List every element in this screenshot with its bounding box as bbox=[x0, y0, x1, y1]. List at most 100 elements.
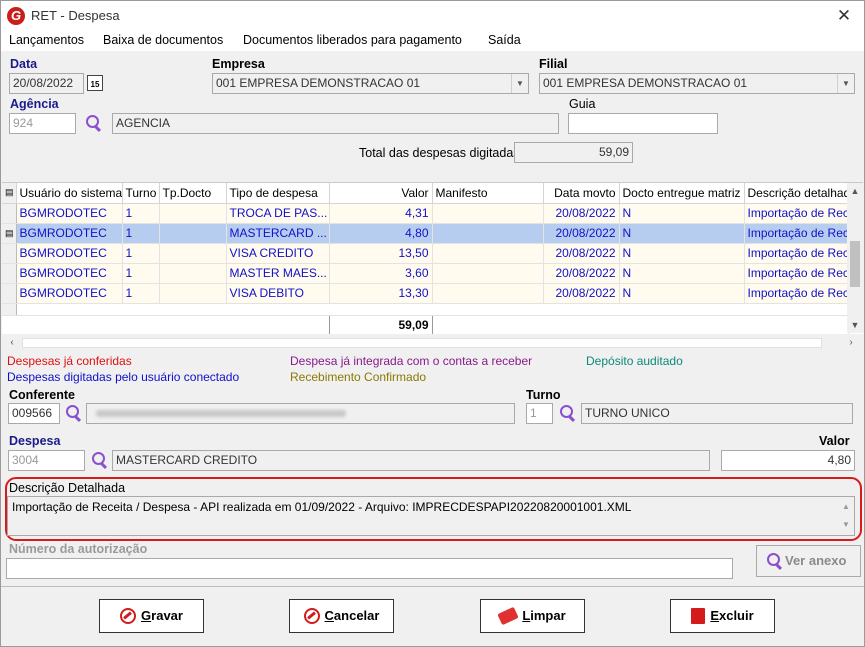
grid-header-tpdocto[interactable]: Tp.Docto bbox=[159, 183, 227, 204]
search-icon[interactable] bbox=[64, 404, 82, 422]
search-icon[interactable] bbox=[84, 114, 102, 132]
descricao-scrollbar[interactable]: ▲ ▼ bbox=[839, 498, 853, 534]
cancelar-button[interactable]: Cancelar bbox=[289, 599, 394, 633]
cell-valor: 13,30 bbox=[329, 283, 433, 304]
cell-valor: 3,60 bbox=[329, 263, 433, 284]
blank-row bbox=[2, 303, 849, 316]
cell-tipo-despesa: MASTER MAES... bbox=[226, 263, 330, 284]
grid-header-manifesto[interactable]: Manifesto bbox=[432, 183, 544, 204]
conferente-label: Conferente bbox=[9, 388, 75, 402]
close-icon[interactable]: ✕ bbox=[832, 5, 856, 27]
cell-usuario: BGMRODOTEC bbox=[16, 243, 123, 264]
scroll-thumb[interactable] bbox=[850, 241, 860, 287]
window-title: RET - Despesa bbox=[31, 8, 120, 23]
limpar-button[interactable]: Limpar bbox=[480, 599, 585, 633]
chevron-right-icon[interactable]: › bbox=[843, 334, 859, 352]
cell-turno: 1 bbox=[122, 223, 160, 244]
autorizacao-field[interactable] bbox=[6, 558, 733, 579]
cell-docto-entregue: N bbox=[619, 203, 745, 224]
cell-data-movto: 20/08/2022 bbox=[543, 203, 620, 224]
cell-turno: 1 bbox=[122, 203, 160, 224]
turno-name-field: TURNO UNICO bbox=[581, 403, 853, 424]
table-row[interactable]: BGMRODOTEC 1 MASTER MAES... 3,60 20/08/2… bbox=[2, 263, 849, 284]
menu-bar: Lançamentos Baixa de documentos Document… bbox=[1, 31, 864, 51]
data-field[interactable]: 20/08/2022 bbox=[9, 73, 84, 94]
empresa-select[interactable]: 001 EMPRESA DEMONSTRACAO 01 ▼ bbox=[212, 73, 529, 94]
legend-usuario: Despesas digitadas pelo usuário conectad… bbox=[7, 370, 240, 384]
menu-baixa-documentos[interactable]: Baixa de documentos bbox=[103, 33, 223, 47]
gravar-button[interactable]: Gravar bbox=[99, 599, 204, 633]
conferente-code-field[interactable]: 009566 bbox=[8, 403, 60, 424]
filial-value: 001 EMPRESA DEMONSTRACAO 01 bbox=[543, 76, 748, 90]
cell-usuario: BGMRODOTEC bbox=[16, 203, 123, 224]
filial-select[interactable]: 001 EMPRESA DEMONSTRACAO 01 ▼ bbox=[539, 73, 855, 94]
conferente-name-field bbox=[86, 403, 515, 424]
scroll-thumb[interactable] bbox=[22, 338, 822, 348]
calendar-icon[interactable]: 15 bbox=[87, 75, 103, 91]
agencia-label: Agência bbox=[10, 97, 59, 111]
cell-tpdocto bbox=[159, 263, 227, 284]
descricao-textarea[interactable]: Importação de Receita / Despesa - API re… bbox=[7, 496, 855, 536]
grid-header-tipo-despesa[interactable]: Tipo de despesa bbox=[226, 183, 330, 204]
grid-header-row: ▤ Usuário do sistema Turno Tp.Docto Tipo… bbox=[2, 183, 849, 204]
grid-header-valor[interactable]: Valor bbox=[329, 183, 433, 204]
grid-header-usuario[interactable]: Usuário do sistema bbox=[16, 183, 123, 204]
chevron-down-icon[interactable]: ▼ bbox=[511, 74, 528, 93]
cell-usuario: BGMRODOTEC bbox=[16, 283, 123, 304]
table-row[interactable]: BGMRODOTEC 1 TROCA DE PAS... 4,31 20/08/… bbox=[2, 203, 849, 224]
cell-manifesto bbox=[432, 203, 544, 224]
row-pointer-icon: ▤ bbox=[2, 223, 17, 244]
cell-manifesto bbox=[432, 223, 544, 244]
autorizacao-label: Número da autorização bbox=[9, 542, 148, 556]
cell-tipo-despesa: VISA DEBITO bbox=[226, 283, 330, 304]
cell-manifesto bbox=[432, 243, 544, 264]
cell-turno: 1 bbox=[122, 243, 160, 264]
cell-tpdocto bbox=[159, 283, 227, 304]
chevron-up-icon[interactable]: ▲ bbox=[847, 183, 863, 199]
menu-documentos-liberados[interactable]: Documentos liberados para pagamento bbox=[243, 33, 462, 47]
cancel-circle-icon bbox=[303, 607, 320, 624]
search-icon[interactable] bbox=[90, 451, 108, 469]
legend-conferidas: Despesas já conferidas bbox=[7, 354, 132, 368]
chevron-left-icon[interactable]: ‹ bbox=[4, 334, 20, 352]
chevron-down-icon[interactable]: ▼ bbox=[837, 74, 854, 93]
grid-header-turno[interactable]: Turno bbox=[122, 183, 160, 204]
cell-docto-entregue: N bbox=[619, 283, 745, 304]
cell-docto-entregue: N bbox=[619, 243, 745, 264]
table-row[interactable]: BGMRODOTEC 1 VISA CREDITO 13,50 20/08/20… bbox=[2, 243, 849, 264]
cell-tipo-despesa: VISA CREDITO bbox=[226, 243, 330, 264]
cell-data-movto: 20/08/2022 bbox=[543, 243, 620, 264]
ver-anexo-button[interactable]: Ver anexo bbox=[756, 545, 861, 577]
table-row[interactable]: BGMRODOTEC 1 VISA DEBITO 13,30 20/08/202… bbox=[2, 283, 849, 304]
grid-vertical-scrollbar[interactable]: ▲ ▼ bbox=[847, 183, 863, 333]
grid-header-docto-entregue[interactable]: Docto entregue matriz bbox=[619, 183, 745, 204]
cell-usuario: BGMRODOTEC bbox=[16, 263, 123, 284]
table-row[interactable]: ▤ BGMRODOTEC 1 MASTERCARD ... 4,80 20/08… bbox=[2, 223, 849, 244]
excluir-button[interactable]: Excluir bbox=[670, 599, 775, 633]
cell-descricao: Importação de Rec bbox=[744, 243, 849, 264]
cell-manifesto bbox=[432, 263, 544, 284]
empresa-label: Empresa bbox=[212, 57, 265, 71]
search-icon[interactable] bbox=[558, 404, 576, 422]
cell-data-movto: 20/08/2022 bbox=[543, 223, 620, 244]
grid-header-descricao[interactable]: Descrição detalhad bbox=[744, 183, 849, 204]
legend-recebimento: Recebimento Confirmado bbox=[290, 370, 427, 384]
app-window: G RET - Despesa ✕ Lançamentos Baixa de d… bbox=[0, 0, 865, 647]
cell-descricao: Importação de Rec bbox=[744, 223, 849, 244]
despesa-code-field[interactable]: 3004 bbox=[8, 450, 85, 471]
ver-anexo-label: Ver anexo bbox=[785, 553, 847, 568]
grid-header-data-movto[interactable]: Data movto bbox=[543, 183, 620, 204]
cell-usuario: BGMRODOTEC bbox=[16, 223, 123, 244]
chevron-down-icon[interactable]: ▼ bbox=[847, 317, 863, 333]
turno-code-field[interactable]: 1 bbox=[526, 403, 553, 424]
grid-horizontal-scrollbar[interactable]: ‹ › bbox=[2, 334, 863, 352]
menu-lancamentos[interactable]: Lançamentos bbox=[9, 33, 84, 47]
valor-field[interactable]: 4,80 bbox=[721, 450, 855, 471]
menu-saida[interactable]: Saída bbox=[488, 33, 521, 47]
grid-header-indicator[interactable]: ▤ bbox=[2, 183, 17, 204]
cell-tipo-despesa: MASTERCARD ... bbox=[226, 223, 330, 244]
guia-label: Guia bbox=[569, 97, 596, 111]
valor-label: Valor bbox=[819, 434, 850, 448]
guia-field[interactable] bbox=[568, 113, 718, 134]
agencia-code-field[interactable]: 924 bbox=[9, 113, 76, 134]
